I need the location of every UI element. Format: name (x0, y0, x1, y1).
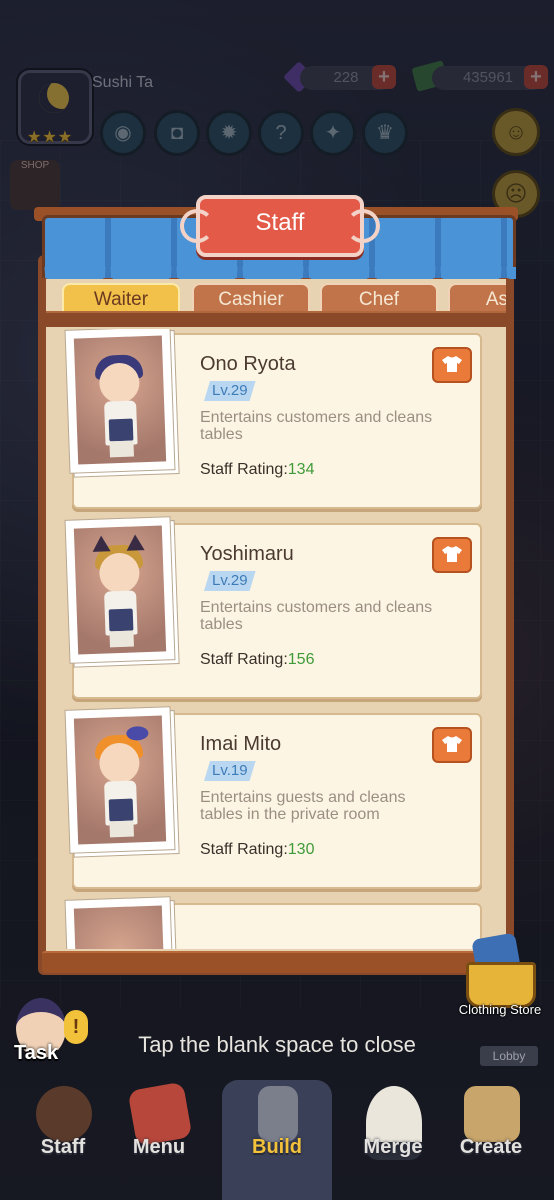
staff-description: Entertains customers and cleans tables (200, 409, 433, 443)
tab-cashier[interactable]: Cashier (192, 283, 310, 313)
staff-rating-value: 130 (287, 841, 315, 858)
shirt-icon (442, 355, 462, 372)
panel-title: Staff (180, 195, 380, 257)
staff-rating: Staff Rating:156 (200, 651, 314, 669)
staff-level: Lv.29 (204, 381, 256, 401)
nav-menu[interactable]: Menu (104, 1070, 214, 1200)
sushi-platter-icon (464, 1086, 520, 1142)
staff-rating-label: Staff Rating: (200, 841, 288, 858)
bottom-nav: Staff Menu Build Merge Create (0, 1070, 554, 1200)
staff-rating-label: Staff Rating: (200, 461, 288, 478)
staff-panel: Staff Waiter Cashier Chef Asse Ono Ryota… (34, 195, 518, 975)
staff-name: Imai Mito (200, 733, 282, 755)
staff-card[interactable] (65, 897, 482, 949)
nav-build[interactable]: Build (222, 1070, 332, 1200)
nav-staff[interactable]: Staff (8, 1070, 118, 1200)
staff-name: Ono Ryota (200, 353, 296, 375)
staff-description: Entertains customers and cleans tables (200, 599, 433, 633)
staff-card[interactable]: Imai Mito Lv.19 Entertains guests and cl… (65, 707, 482, 889)
outfit-button[interactable] (432, 727, 472, 763)
tab-assistant[interactable]: Asse (448, 283, 506, 313)
staff-portrait (65, 517, 175, 663)
clothing-store-button[interactable]: Clothing Store (452, 930, 548, 1020)
tab-divider (46, 311, 506, 327)
nav-menu-label: Menu (132, 1136, 186, 1158)
outfit-button[interactable] (432, 347, 472, 383)
task-label: Task (14, 1042, 59, 1064)
lobby-sign: Lobby (480, 1046, 538, 1066)
staff-tabs: Waiter Cashier Chef Asse (62, 279, 506, 313)
staff-portrait (65, 329, 175, 473)
clothing-store-label: Clothing Store (458, 1002, 542, 1017)
staff-level: Lv.19 (204, 761, 256, 781)
staff-card[interactable]: Yoshimaru Lv.29 Entertains customers and… (65, 517, 482, 699)
hammer-icon (258, 1086, 298, 1142)
nav-merge-label: Merge (363, 1136, 423, 1158)
nav-merge[interactable]: Merge (338, 1070, 448, 1200)
staff-rating: Staff Rating:130 (200, 841, 314, 859)
hair-bow-icon (126, 725, 149, 741)
outfit-button[interactable] (432, 537, 472, 573)
nav-build-label: Build (252, 1136, 302, 1158)
staff-icon (36, 1086, 92, 1142)
staff-description: Entertains guests and cleans tables in t… (200, 789, 406, 823)
nav-staff-label: Staff (40, 1136, 86, 1158)
panel-bottom-rail (42, 951, 510, 973)
staff-rating-value: 134 (287, 461, 315, 478)
staff-list[interactable]: Ono Ryota Lv.29 Entertains customers and… (62, 329, 494, 949)
tab-chef[interactable]: Chef (320, 283, 438, 313)
staff-level: Lv.29 (204, 571, 256, 591)
staff-portrait (65, 707, 175, 853)
awning-scallop (42, 267, 516, 279)
staff-rating: Staff Rating:134 (200, 461, 314, 479)
nav-create-label: Create (459, 1136, 523, 1158)
alert-icon: ! (64, 1010, 88, 1044)
tab-waiter[interactable]: Waiter (62, 283, 180, 313)
staff-rating-label: Staff Rating: (200, 651, 288, 668)
staff-rating-value: 156 (287, 651, 315, 668)
task-button[interactable]: ! Task (6, 990, 88, 1070)
nav-create[interactable]: Create (436, 1070, 546, 1200)
shirt-icon (442, 545, 462, 562)
staff-card[interactable]: Ono Ryota Lv.29 Entertains customers and… (65, 329, 482, 509)
shirt-icon (442, 735, 462, 752)
staff-name: Yoshimaru (200, 543, 294, 565)
staff-portrait (65, 897, 175, 949)
